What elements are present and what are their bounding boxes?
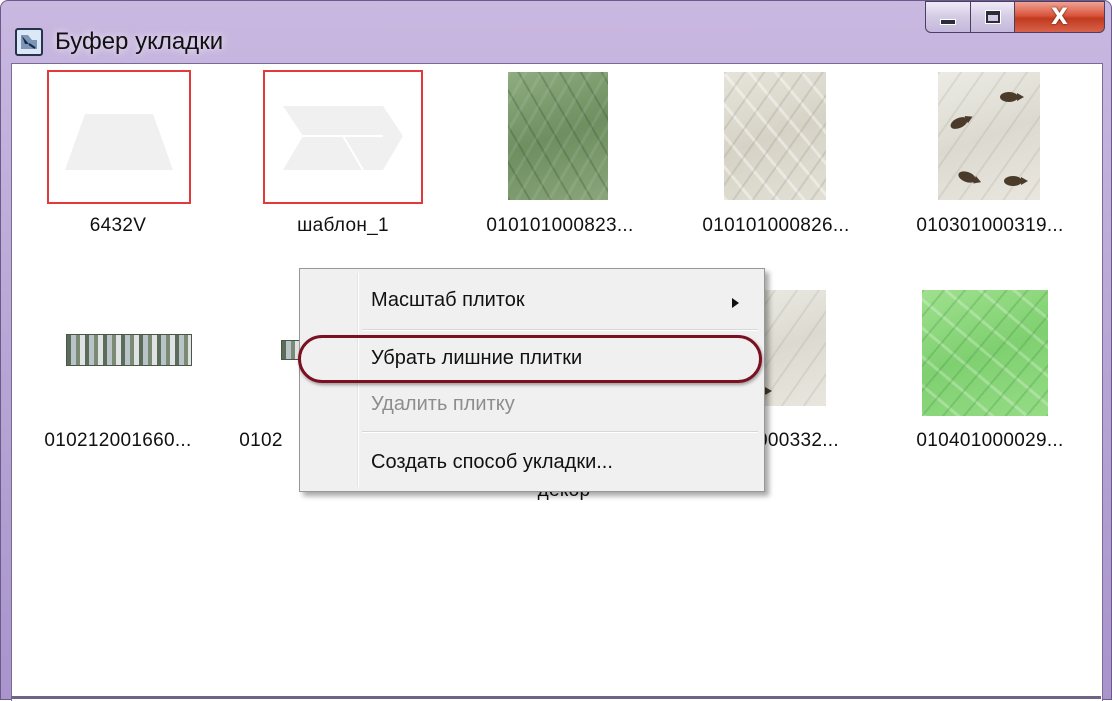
tile-item[interactable]: 010101000826... — [676, 70, 876, 240]
window-bottom-edge — [11, 696, 1101, 699]
tile-label: 010401000029... — [916, 430, 1064, 451]
fish-decor-icon — [1004, 176, 1028, 186]
tile-thumbnail-template — [263, 70, 423, 204]
tile-thumbnail — [922, 290, 1048, 416]
minimize-icon — [940, 19, 956, 25]
close-icon: X — [1051, 4, 1068, 30]
close-button[interactable]: X — [1015, 1, 1105, 33]
menu-item-remove-extra-tiles[interactable]: Убрать лишние плитки — [303, 337, 761, 383]
caption-buttons: X — [925, 1, 1105, 35]
fish-decor-icon — [1000, 92, 1024, 102]
tile-thumbnail — [938, 72, 1040, 200]
tile-item[interactable]: 010101000823... — [460, 70, 660, 240]
tile-label: 010301000319... — [916, 215, 1064, 236]
submenu-arrow-icon — [732, 298, 739, 308]
tile-item[interactable]: шаблон_1 — [233, 70, 433, 240]
menu-item-label: Масштаб плиток — [371, 289, 525, 311]
tile-thumbnail — [66, 334, 192, 366]
tile-label: шаблон_1 — [297, 215, 389, 236]
menu-item-label: Убрать лишние плитки — [371, 347, 583, 369]
menu-item-delete-tile[interactable]: Удалить плитку — [303, 383, 761, 429]
tile-item[interactable]: 010301000319... — [890, 70, 1090, 240]
maximize-icon — [984, 10, 1001, 24]
tile-label: 010101000826... — [702, 215, 850, 236]
menu-item-tile-scale[interactable]: Масштаб плиток — [303, 279, 761, 325]
window-title: Буфер укладки — [55, 28, 224, 55]
menu-separator — [362, 329, 758, 331]
tile-thumbnail-template — [47, 70, 191, 204]
tile-item[interactable]: 6432V — [18, 70, 218, 240]
minimize-button[interactable] — [925, 1, 971, 33]
tile-thumbnail — [508, 72, 608, 200]
menu-separator — [362, 431, 758, 433]
tile-thumbnail — [724, 72, 826, 200]
tile-item[interactable]: 010401000029... — [890, 284, 1090, 454]
fish-decor-icon — [948, 114, 970, 132]
menu-item-label: Удалить плитку — [371, 393, 515, 415]
fish-decor-icon — [956, 169, 978, 185]
menu-item-label: Создать способ укладки... — [371, 451, 613, 473]
context-menu: Масштаб плиток Убрать лишние плитки Удал… — [299, 268, 765, 492]
tile-label: 6432V — [89, 215, 147, 236]
tile-layout-icon[interactable] — [15, 28, 43, 56]
maximize-button[interactable] — [971, 1, 1015, 33]
tile-item[interactable]: 010212001660... — [18, 284, 218, 454]
title-bar[interactable]: Буфер укладки X — [1, 1, 1111, 61]
menu-item-create-layout-method[interactable]: Создать способ укладки... — [303, 441, 761, 487]
tile-label: 010101000823... — [486, 215, 634, 236]
